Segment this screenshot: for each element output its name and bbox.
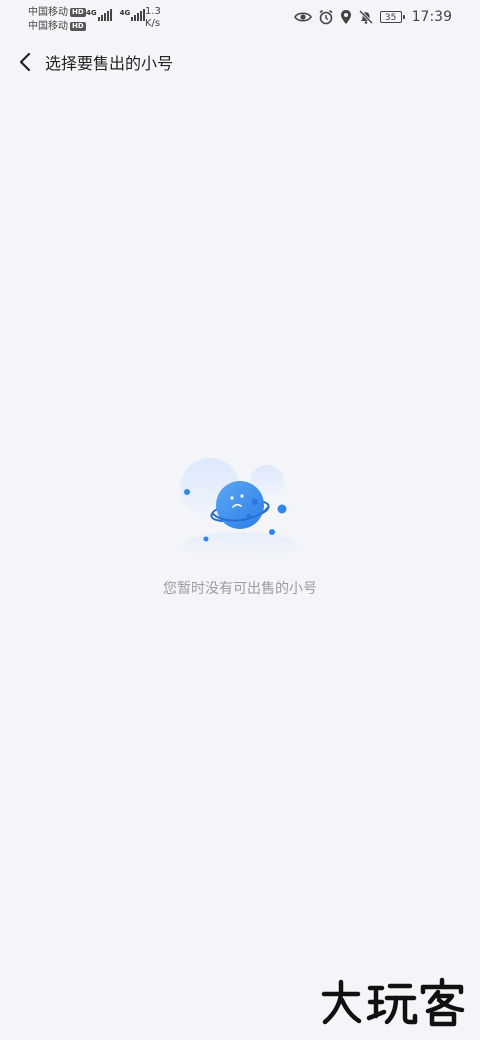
back-button[interactable] bbox=[10, 48, 40, 80]
alarm-icon bbox=[318, 9, 334, 25]
page-title: 选择要售出的小号 bbox=[45, 54, 174, 73]
carrier-info: 中国移动 HD 中国移动 HD bbox=[28, 5, 86, 33]
signal-1: 4G bbox=[86, 9, 112, 21]
empty-planet-illustration bbox=[180, 458, 298, 560]
signal-bars-2-icon bbox=[131, 9, 146, 21]
back-arrow-icon bbox=[18, 51, 32, 77]
speed-value: 1.3 bbox=[145, 6, 161, 17]
network-type-1: 4G bbox=[86, 9, 97, 17]
eye-icon bbox=[293, 10, 312, 24]
empty-state-message: 您暂时没有可出售的小号 bbox=[163, 581, 317, 597]
network-speed: 1.3 K/s bbox=[145, 6, 161, 30]
network-type-2: 4G bbox=[119, 9, 131, 17]
speed-unit: K/s bbox=[145, 18, 161, 29]
status-clock: 17:39 bbox=[411, 9, 452, 25]
hd-badge-1: HD bbox=[70, 7, 86, 17]
hd-badge-2: HD bbox=[70, 21, 86, 31]
location-icon bbox=[340, 9, 352, 25]
empty-state: 您暂时没有可出售的小号 bbox=[0, 450, 480, 598]
status-icons: 35 17:39 bbox=[293, 9, 452, 25]
carrier-1-label: 中国移动 bbox=[28, 6, 68, 18]
mute-bell-icon bbox=[358, 9, 374, 25]
watermark-logo bbox=[321, 977, 465, 1027]
status-bar: 中国移动 HD 中国移动 HD 4G 4G 1.3 K/s 35 17:39 bbox=[0, 0, 480, 38]
battery-indicator: 35 bbox=[379, 11, 405, 23]
signal-group: 4G 4G bbox=[86, 9, 146, 21]
signal-bars-1-icon bbox=[97, 9, 112, 21]
header-bar: 选择要售出的小号 bbox=[0, 44, 480, 84]
signal-2: 4G bbox=[120, 9, 146, 21]
carrier-2-label: 中国移动 bbox=[28, 20, 68, 32]
